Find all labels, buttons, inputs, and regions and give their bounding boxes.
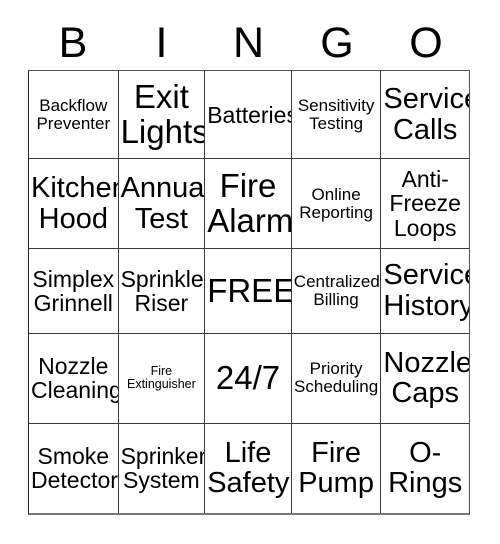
bingo-square-label: Batteries <box>207 101 292 128</box>
bingo-square[interactable]: Service Calls <box>381 71 469 160</box>
bingo-square[interactable]: Life Safety <box>205 423 292 513</box>
bingo-header-letter-g: G <box>320 18 354 67</box>
bingo-square-label: Service Calls <box>383 82 469 146</box>
bingo-square-label: Annual Test <box>120 171 206 235</box>
bingo-square-label: Centralized Billing <box>293 271 380 309</box>
bingo-square[interactable]: 24/7 <box>205 334 292 424</box>
bingo-square[interactable]: Sprinkler Riser <box>118 248 206 335</box>
bingo-square-label: Sensitivity Testing <box>297 95 375 133</box>
bingo-square-label: Backflow Preventer <box>36 95 111 133</box>
bingo-header-letter-o: O <box>409 18 443 67</box>
bingo-square-label: Life Safety <box>207 436 290 500</box>
bingo-square[interactable]: Nozzle Cleaning <box>29 334 119 424</box>
bingo-card: B I N G O Backflow Preventer Exit Lights B… <box>0 0 500 544</box>
bingo-square-label: Service History <box>383 259 469 322</box>
bingo-square-label: Nozzle Caps <box>383 346 469 410</box>
bingo-square-label: O-Rings <box>388 436 463 500</box>
bingo-square[interactable]: Service History <box>381 248 469 335</box>
bingo-square[interactable]: Simplex Grinnell <box>29 248 119 335</box>
bingo-square[interactable]: Anti-Freeze Loops <box>381 159 469 249</box>
bingo-square[interactable]: Centralized Billing <box>291 248 382 335</box>
bingo-square-label: Priority Scheduling <box>294 359 379 397</box>
bingo-square[interactable]: Sprinker System <box>118 423 206 513</box>
bingo-square-label: Fire Extinguisher <box>126 364 196 392</box>
bingo-square[interactable]: Exit Lights <box>118 71 206 160</box>
bingo-square-label: Sprinker System <box>120 442 206 494</box>
bingo-square[interactable]: Smoke Detector <box>29 423 119 513</box>
bingo-square[interactable]: Kitchen Hood <box>29 159 119 249</box>
bingo-square-label: FREE! <box>207 271 291 309</box>
bingo-square[interactable]: Fire Extinguisher <box>118 334 206 424</box>
bingo-square-label: Simplex Grinnell <box>32 265 115 316</box>
bingo-header-letter-i: I <box>155 18 168 67</box>
bingo-square-label: Exit Lights <box>120 77 206 150</box>
bingo-square-label: Anti-Freeze Loops <box>389 166 461 241</box>
bingo-square[interactable]: Sensitivity Testing <box>291 71 382 160</box>
bingo-square-label: Nozzle Cleaning <box>31 353 119 404</box>
bingo-square-label: Kitchen Hood <box>31 171 119 235</box>
bingo-header: B I N G O <box>28 16 470 70</box>
bingo-square-label: 24/7 <box>215 358 281 396</box>
bingo-square[interactable]: Backflow Preventer <box>29 71 119 160</box>
bingo-square[interactable]: Batteries <box>205 71 292 160</box>
bingo-square-label: Fire Pump <box>298 436 374 500</box>
bingo-grid: Backflow Preventer Exit Lights Batteries Se… <box>28 70 470 515</box>
bingo-square[interactable]: O-Rings <box>381 423 469 513</box>
bingo-square-label: Smoke Detector <box>31 442 118 494</box>
bingo-square[interactable]: Annual Test <box>118 159 206 249</box>
bingo-square-label: Fire Alarm <box>207 166 292 239</box>
bingo-header-letter-n: N <box>232 18 265 67</box>
bingo-square[interactable]: Fire Pump <box>291 423 382 513</box>
bingo-free-space[interactable]: FREE! <box>205 248 292 335</box>
bingo-square[interactable]: Nozzle Caps <box>381 334 469 424</box>
bingo-header-letter-b: B <box>58 18 88 67</box>
bingo-square-label: Online Reporting <box>299 184 373 222</box>
bingo-square[interactable]: Online Reporting <box>291 159 382 249</box>
bingo-square[interactable]: Fire Alarm <box>205 159 292 249</box>
bingo-square-label: Sprinkler Riser <box>120 265 206 316</box>
bingo-square[interactable]: Priority Scheduling <box>291 334 382 424</box>
